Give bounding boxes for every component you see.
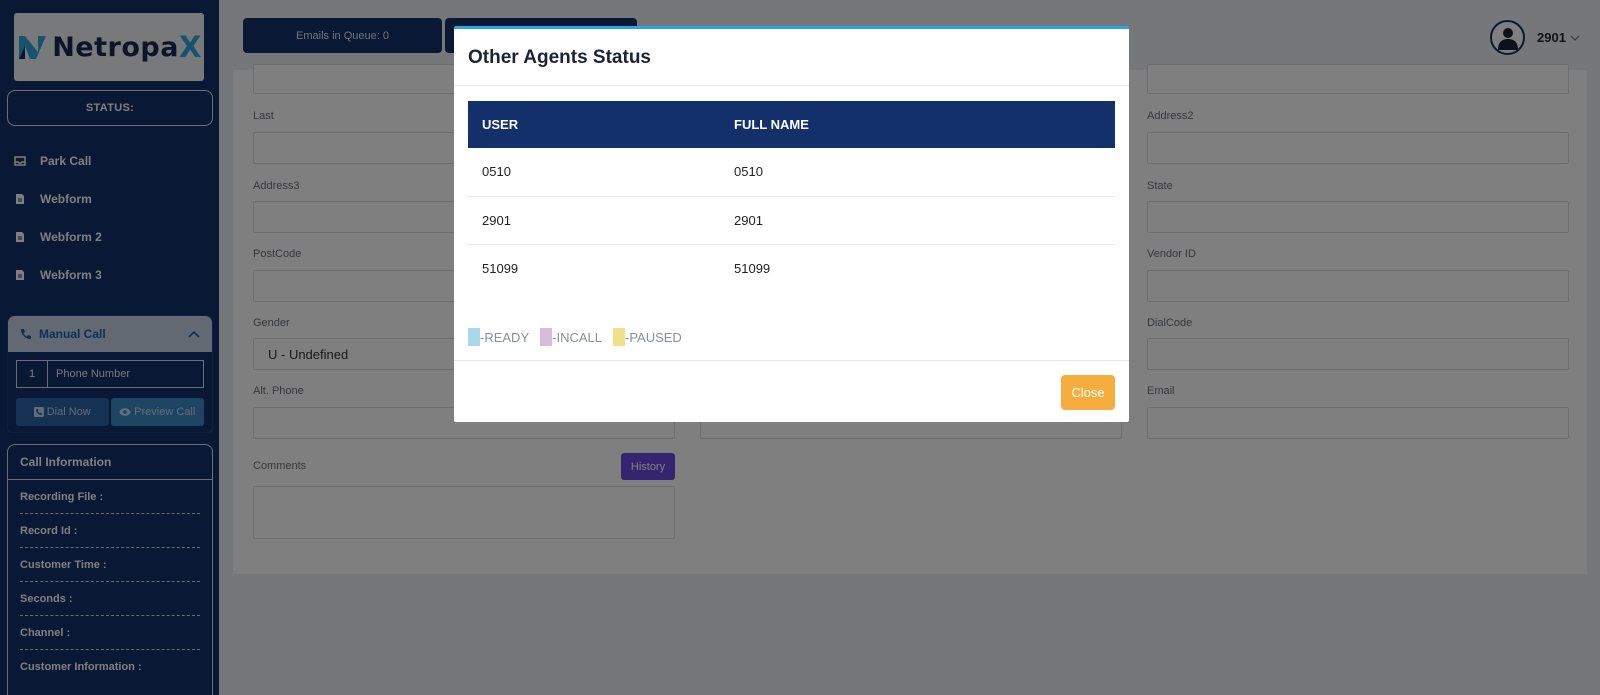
- column-header-user: USER: [468, 101, 720, 148]
- close-button[interactable]: Close: [1061, 375, 1115, 410]
- legend-swatch-ready: [468, 328, 480, 346]
- cell-full-name: 2901: [720, 196, 1115, 245]
- modal-footer-divider: [454, 360, 1129, 361]
- table-row: 2901 2901: [468, 196, 1115, 245]
- legend-paused: -PAUSED: [612, 328, 682, 346]
- cell-full-name: 51099: [734, 260, 771, 276]
- modal-header-divider: [454, 85, 1129, 86]
- legend-incall: -INCALL: [540, 328, 602, 346]
- table-row: 51099 51099: [468, 244, 1115, 292]
- status-legend: -READY -INCALL -PAUSED: [468, 328, 693, 346]
- table-row: 0510 0510: [468, 148, 1115, 197]
- legend-swatch-paused: [612, 328, 625, 346]
- cell-user: 0510: [468, 148, 720, 197]
- legend-label-paused: -PAUSED: [624, 329, 682, 345]
- legend-ready: -READY: [468, 328, 529, 346]
- other-agents-status-modal: Other Agents Status USER FULL NAME 0510 …: [454, 26, 1129, 422]
- legend-swatch-incall: [540, 328, 553, 346]
- cell-full-name: 0510: [720, 148, 1115, 197]
- agents-table: USER FULL NAME 0510 0510 2901 2901 51099…: [468, 101, 1115, 292]
- cell-user: 2901: [468, 196, 720, 245]
- table-header-row: USER FULL NAME: [468, 101, 1115, 148]
- modal-title: Other Agents Status: [468, 47, 651, 68]
- cell-user: 51099: [482, 260, 519, 276]
- column-header-full-name: FULL NAME: [720, 101, 1115, 148]
- legend-label-incall: -INCALL: [552, 329, 602, 345]
- legend-label-ready: -READY: [480, 329, 530, 345]
